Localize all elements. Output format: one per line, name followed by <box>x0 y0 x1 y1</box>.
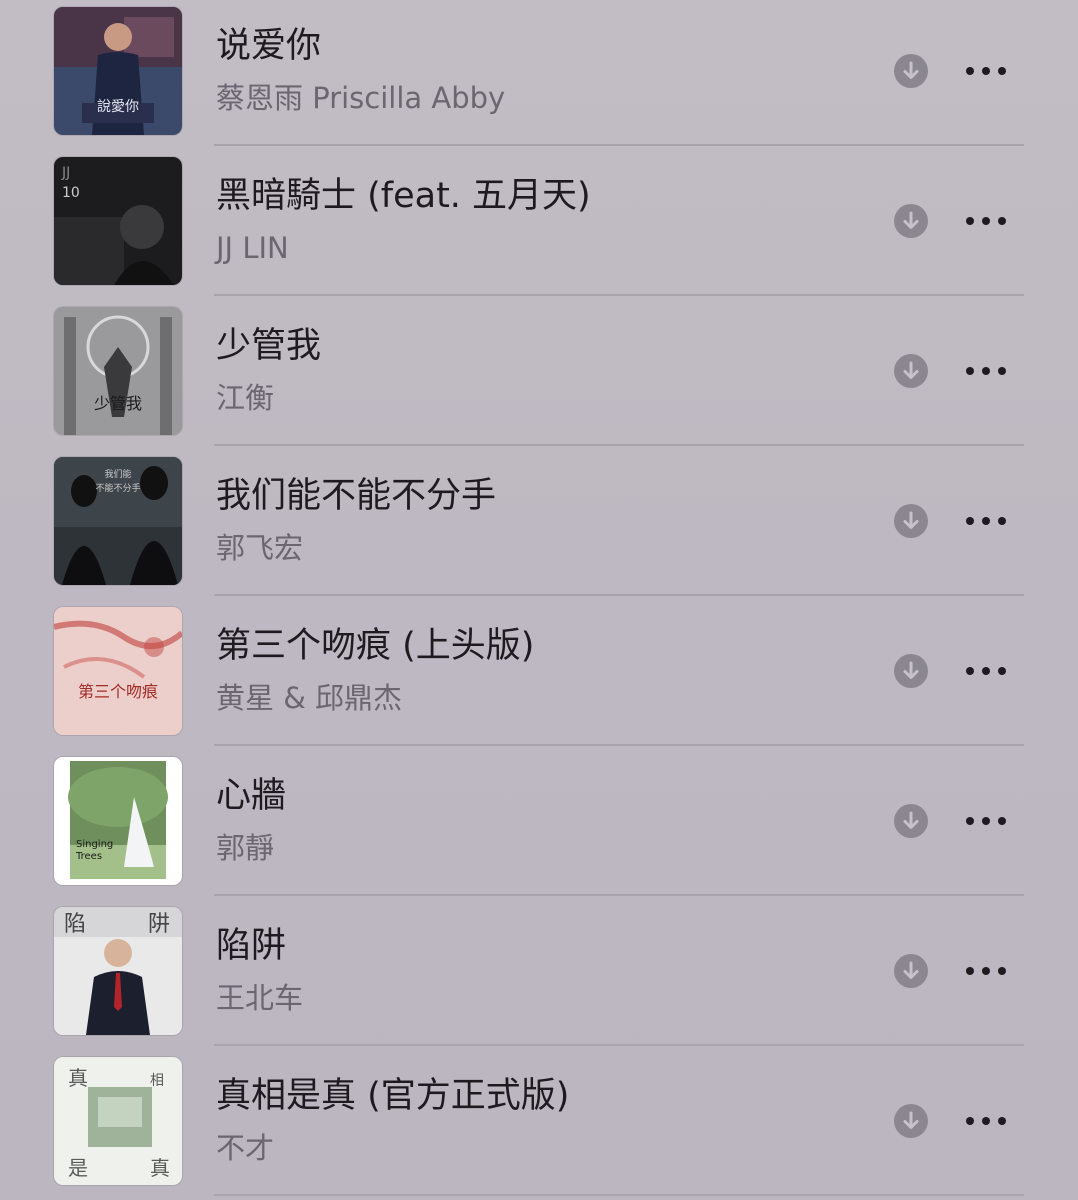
song-artist: 王北车 <box>216 981 304 1015</box>
more-options-button[interactable] <box>962 508 1010 534</box>
download-icon <box>903 1111 919 1129</box>
svg-text:Singing: Singing <box>76 839 113 850</box>
row-separator <box>214 294 1024 296</box>
svg-text:第三个吻痕: 第三个吻痕 <box>78 682 158 701</box>
album-art[interactable]: 少管我 <box>54 307 182 435</box>
svg-text:Trees: Trees <box>75 851 102 862</box>
download-icon <box>903 961 919 979</box>
song-list: 說愛你 说爱你 蔡恩雨 Priscilla Abby JJ 10 黑暗騎士 (f… <box>0 0 1078 1200</box>
row-separator <box>214 144 1024 146</box>
album-art[interactable]: 我们能 不能不分手 <box>54 457 182 585</box>
svg-text:相: 相 <box>150 1073 164 1089</box>
album-art[interactable]: 陷 阱 <box>54 907 182 1035</box>
svg-text:我们能: 我们能 <box>104 468 131 480</box>
song-row-hei-an-qi-shi[interactable]: JJ 10 黑暗騎士 (feat. 五月天) JJ LIN <box>0 150 1078 300</box>
ellipsis-icon <box>966 967 1006 975</box>
album-art[interactable]: 說愛你 <box>54 7 182 135</box>
song-title: 心牆 <box>216 776 287 816</box>
ellipsis-icon <box>966 217 1006 225</box>
song-title: 第三个吻痕 (上头版) <box>216 626 535 666</box>
more-options-button[interactable] <box>962 658 1010 684</box>
svg-text:不能不分手: 不能不分手 <box>95 482 140 494</box>
more-options-button[interactable] <box>962 808 1010 834</box>
song-artist: 不才 <box>216 1131 275 1165</box>
download-icon <box>903 211 919 229</box>
more-options-button[interactable] <box>962 1108 1010 1134</box>
song-row-shuo-ai-ni[interactable]: 說愛你 说爱你 蔡恩雨 Priscilla Abby <box>0 0 1078 150</box>
download-icon <box>903 361 919 379</box>
song-title: 黑暗騎士 (feat. 五月天) <box>216 176 591 216</box>
row-separator <box>214 894 1024 896</box>
download-icon <box>903 661 919 679</box>
row-separator <box>214 1194 1024 1196</box>
ellipsis-icon <box>966 667 1006 675</box>
album-art-image: Singing Trees <box>54 757 182 885</box>
album-art-image: JJ 10 <box>54 157 182 285</box>
download-button[interactable] <box>894 1104 928 1138</box>
download-button[interactable] <box>894 804 928 838</box>
song-title: 说爱你 <box>216 26 322 66</box>
row-separator <box>214 444 1024 446</box>
svg-text:少管我: 少管我 <box>94 394 142 413</box>
download-button[interactable] <box>894 954 928 988</box>
download-button[interactable] <box>894 354 928 388</box>
song-title: 少管我 <box>216 326 322 366</box>
album-art-image: 第三个吻痕 <box>54 607 182 735</box>
ellipsis-icon <box>966 817 1006 825</box>
song-artist: JJ LIN <box>216 231 289 265</box>
svg-text:阱: 阱 <box>148 912 170 937</box>
more-options-button[interactable] <box>962 958 1010 984</box>
song-artist: 郭飞宏 <box>216 531 304 565</box>
download-button[interactable] <box>894 204 928 238</box>
song-row-zhen-xiang-shi-zhen[interactable]: 真 是 真 相 真相是真 (官方正式版) 不才 <box>0 1050 1078 1200</box>
song-row-xin-qiang[interactable]: Singing Trees 心牆 郭靜 <box>0 750 1078 900</box>
more-options-button[interactable] <box>962 208 1010 234</box>
song-title: 我们能不能不分手 <box>216 476 497 516</box>
album-art[interactable]: Singing Trees <box>54 757 182 885</box>
svg-text:真: 真 <box>68 1066 88 1090</box>
more-options-button[interactable] <box>962 358 1010 384</box>
more-options-button[interactable] <box>962 58 1010 84</box>
ellipsis-icon <box>966 67 1006 75</box>
download-button[interactable] <box>894 54 928 88</box>
song-title: 真相是真 (官方正式版) <box>216 1076 570 1116</box>
album-art-image: 真 是 真 相 <box>54 1057 182 1185</box>
album-art[interactable]: 第三个吻痕 <box>54 607 182 735</box>
song-artist: 黄星 & 邱鼎杰 <box>216 681 403 715</box>
ellipsis-icon <box>966 517 1006 525</box>
song-row-bu-fen-shou[interactable]: 我们能 不能不分手 我们能不能不分手 郭飞宏 <box>0 450 1078 600</box>
download-icon <box>903 811 919 829</box>
song-row-xian-jing[interactable]: 陷 阱 陷阱 王北车 <box>0 900 1078 1050</box>
song-row-shao-guan-wo[interactable]: 少管我 少管我 江衡 <box>0 300 1078 450</box>
svg-text:是: 是 <box>68 1156 88 1180</box>
svg-text:陷: 陷 <box>64 912 86 937</box>
song-artist: 江衡 <box>216 381 275 415</box>
download-button[interactable] <box>894 504 928 538</box>
song-artist: 郭靜 <box>216 831 275 865</box>
row-separator <box>214 1044 1024 1046</box>
song-title: 陷阱 <box>216 926 287 966</box>
album-art[interactable]: JJ 10 <box>54 157 182 285</box>
album-art-image: 說愛你 <box>54 7 182 135</box>
row-separator <box>214 594 1024 596</box>
svg-text:10: 10 <box>62 185 80 201</box>
download-icon <box>903 61 919 79</box>
ellipsis-icon <box>966 1117 1006 1125</box>
svg-text:說愛你: 說愛你 <box>97 98 139 115</box>
svg-text:JJ: JJ <box>61 165 70 181</box>
album-art[interactable]: 真 是 真 相 <box>54 1057 182 1185</box>
song-artist: 蔡恩雨 Priscilla Abby <box>216 81 506 115</box>
svg-text:真: 真 <box>150 1156 170 1180</box>
album-art-image: 陷 阱 <box>54 907 182 1035</box>
row-separator <box>214 744 1024 746</box>
album-art-image: 我们能 不能不分手 <box>54 457 182 585</box>
download-icon <box>903 511 919 529</box>
album-art-image: 少管我 <box>54 307 182 435</box>
download-button[interactable] <box>894 654 928 688</box>
song-row-di-san-ge-wen-hen[interactable]: 第三个吻痕 第三个吻痕 (上头版) 黄星 & 邱鼎杰 <box>0 600 1078 750</box>
ellipsis-icon <box>966 367 1006 375</box>
